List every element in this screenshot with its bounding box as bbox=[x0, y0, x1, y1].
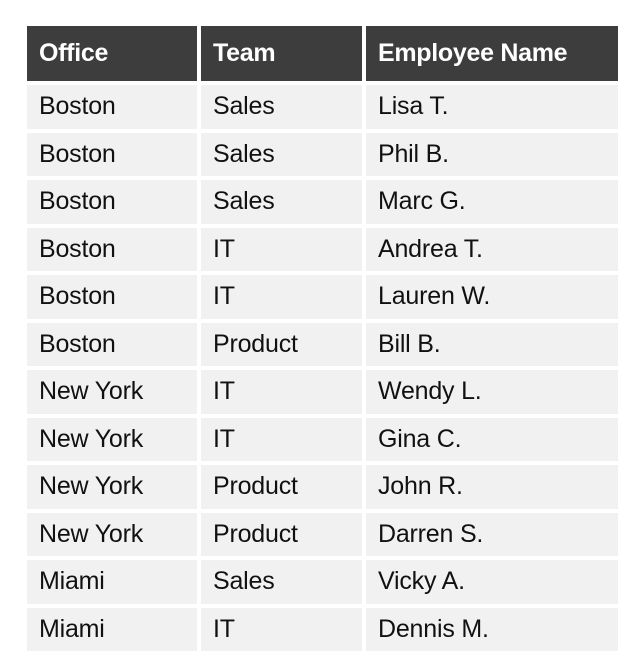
table-row: Boston Product Bill B. bbox=[27, 322, 618, 366]
employee-name-cell: Phil B. bbox=[366, 132, 618, 176]
team-cell: Sales bbox=[201, 180, 362, 224]
office-cell: Boston bbox=[27, 275, 197, 319]
employee-name-cell: John R. bbox=[366, 465, 618, 509]
table-header: Office Team Employee Name bbox=[27, 26, 618, 81]
team-cell: Sales bbox=[201, 132, 362, 176]
office-cell: Boston bbox=[27, 132, 197, 176]
employee-name-cell: Bill B. bbox=[366, 322, 618, 366]
employee-name-cell: Gina C. bbox=[366, 417, 618, 461]
team-cell: IT bbox=[201, 370, 362, 414]
employee-table: Office Team Employee Name Boston Sales L… bbox=[23, 22, 622, 655]
table-row: Miami IT Dennis M. bbox=[27, 607, 618, 651]
table-row: Boston Sales Phil B. bbox=[27, 132, 618, 176]
office-cell: Boston bbox=[27, 227, 197, 271]
team-cell: Product bbox=[201, 465, 362, 509]
office-cell: New York bbox=[27, 417, 197, 461]
table-row: New York Product Darren S. bbox=[27, 512, 618, 556]
employee-table-container: Office Team Employee Name Boston Sales L… bbox=[27, 26, 618, 651]
table-row: Miami Sales Vicky A. bbox=[27, 560, 618, 604]
employee-name-cell: Dennis M. bbox=[366, 607, 618, 651]
office-cell: Boston bbox=[27, 322, 197, 366]
table-row: Boston Sales Marc G. bbox=[27, 180, 618, 224]
team-cell: IT bbox=[201, 275, 362, 319]
office-cell: Boston bbox=[27, 180, 197, 224]
employee-name-cell: Andrea T. bbox=[366, 227, 618, 271]
header-row: Office Team Employee Name bbox=[27, 26, 618, 81]
team-cell: Product bbox=[201, 512, 362, 556]
table-row: New York IT Wendy L. bbox=[27, 370, 618, 414]
team-cell: Product bbox=[201, 322, 362, 366]
employee-name-cell: Darren S. bbox=[366, 512, 618, 556]
office-cell: New York bbox=[27, 465, 197, 509]
team-cell: IT bbox=[201, 607, 362, 651]
employee-name-cell: Vicky A. bbox=[366, 560, 618, 604]
employee-name-cell: Marc G. bbox=[366, 180, 618, 224]
office-cell: Miami bbox=[27, 560, 197, 604]
table-row: Boston IT Lauren W. bbox=[27, 275, 618, 319]
team-cell: Sales bbox=[201, 560, 362, 604]
office-cell: New York bbox=[27, 370, 197, 414]
team-cell: IT bbox=[201, 227, 362, 271]
employee-name-cell: Lauren W. bbox=[366, 275, 618, 319]
table-row: New York Product John R. bbox=[27, 465, 618, 509]
table-row: Boston Sales Lisa T. bbox=[27, 85, 618, 129]
office-cell: Boston bbox=[27, 85, 197, 129]
office-cell: Miami bbox=[27, 607, 197, 651]
column-header-office: Office bbox=[27, 26, 197, 81]
team-cell: Sales bbox=[201, 85, 362, 129]
column-header-employee-name: Employee Name bbox=[366, 26, 618, 81]
team-cell: IT bbox=[201, 417, 362, 461]
column-header-team: Team bbox=[201, 26, 362, 81]
table-body: Boston Sales Lisa T. Boston Sales Phil B… bbox=[27, 85, 618, 651]
table-row: New York IT Gina C. bbox=[27, 417, 618, 461]
employee-name-cell: Wendy L. bbox=[366, 370, 618, 414]
table-row: Boston IT Andrea T. bbox=[27, 227, 618, 271]
office-cell: New York bbox=[27, 512, 197, 556]
employee-name-cell: Lisa T. bbox=[366, 85, 618, 129]
